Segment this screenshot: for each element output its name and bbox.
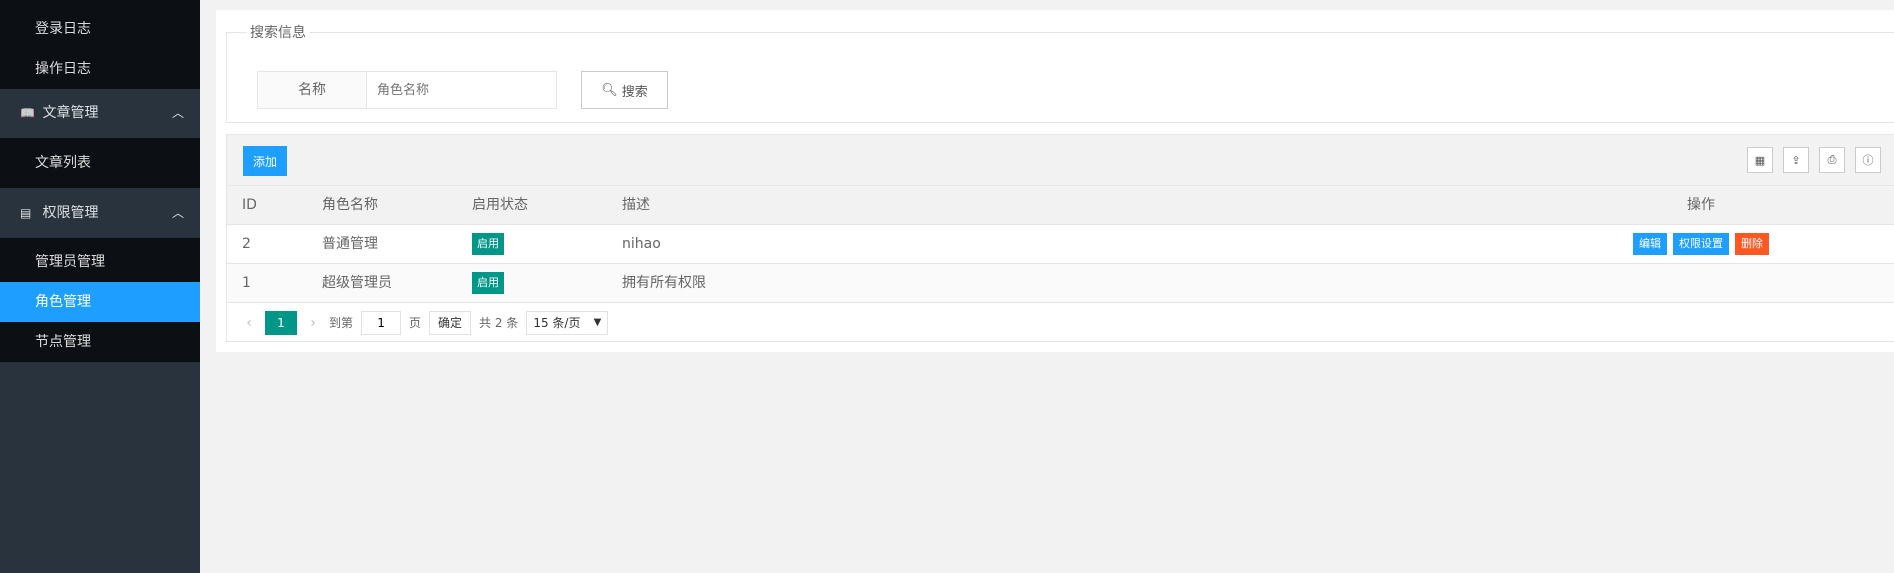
- sidebar-group-label: 文章管理: [42, 105, 99, 121]
- pagination: ‹ 1 › 到第 页 确定 共 2 条 15 条/页 ▼: [227, 303, 1894, 342]
- status-badge: 启用: [472, 233, 504, 255]
- header-actions: 操作: [1687, 197, 1715, 213]
- list-icon: ▤: [20, 206, 32, 220]
- table-header: ID 角色名称 启用状态 描述 操作: [227, 186, 1894, 225]
- header-id[interactable]: ID: [227, 186, 307, 224]
- search-form: 名称 🔍︎ 搜索: [257, 71, 668, 109]
- permissions-submenu: 管理员管理 角色管理 节点管理: [0, 238, 200, 362]
- sidebar-item-roles[interactable]: 角色管理: [0, 282, 200, 322]
- log-submenu: 登录日志 操作日志: [0, 0, 200, 89]
- header-description[interactable]: 描述: [607, 186, 1507, 224]
- table-row: 1 超级管理员 启用 拥有所有权限: [227, 264, 1894, 303]
- sidebar-group-articles[interactable]: 📖 文章管理 ︿: [0, 89, 200, 138]
- sidebar-group-permissions[interactable]: ▤ 权限管理 ︿: [0, 188, 200, 238]
- cell-role-name: 普通管理: [322, 236, 378, 252]
- chevron-up-icon: ︿: [171, 106, 184, 120]
- sidebar-item-nodes[interactable]: 节点管理: [0, 322, 200, 362]
- search-fieldset: 搜索信息 名称 🔍︎ 搜索: [226, 22, 1894, 123]
- chevron-up-icon: ︿: [171, 206, 184, 220]
- delete-button[interactable]: 删除: [1735, 233, 1769, 255]
- articles-submenu: 文章列表: [0, 138, 200, 188]
- role-table: 添加 ▦ ⇪ ⎙ ⓘ ID 角色名称 启用状态 描述 操作 2 普通管理 启用 …: [226, 134, 1894, 342]
- info-icon[interactable]: ⓘ: [1855, 147, 1881, 173]
- prev-page-icon[interactable]: ‹: [241, 315, 257, 331]
- header-status[interactable]: 启用状态: [457, 186, 607, 224]
- print-icon[interactable]: ⎙: [1819, 147, 1845, 173]
- table-toolbar: 添加 ▦ ⇪ ⎙ ⓘ: [227, 135, 1894, 186]
- cell-actions: 编辑 权限设置 删除: [1507, 225, 1894, 263]
- permission-settings-button[interactable]: 权限设置: [1673, 233, 1729, 255]
- goto-page-input[interactable]: [361, 310, 402, 335]
- cell-id: 2: [242, 236, 251, 252]
- search-icon: 🔍︎: [601, 82, 618, 98]
- sidebar-item-admins[interactable]: 管理员管理: [0, 242, 200, 282]
- search-button[interactable]: 🔍︎ 搜索: [581, 71, 668, 109]
- main-panel: 搜索信息 名称 🔍︎ 搜索 添加 ▦ ⇪ ⎙ ⓘ ID 角色名称 启用状态 描述: [216, 10, 1894, 352]
- next-page-icon[interactable]: ›: [305, 315, 321, 331]
- edit-button[interactable]: 编辑: [1633, 233, 1667, 255]
- search-button-label: 搜索: [621, 84, 648, 100]
- cell-status: 启用: [457, 264, 607, 302]
- goto-label: 到第: [329, 316, 354, 330]
- add-button[interactable]: 添加: [243, 146, 287, 176]
- table-tools: ▦ ⇪ ⎙ ⓘ: [1747, 147, 1881, 173]
- cell-actions: [1507, 264, 1894, 302]
- export-icon[interactable]: ⇪: [1783, 147, 1809, 173]
- book-icon: 📖: [20, 106, 35, 120]
- total-count: 共 2 条: [479, 316, 519, 330]
- per-page-value: 15 条/页: [533, 315, 581, 330]
- confirm-button[interactable]: 确定: [429, 310, 472, 335]
- cell-status: 启用: [457, 225, 607, 263]
- cell-description: nihao: [622, 236, 661, 252]
- table-row: 2 普通管理 启用 nihao 编辑 权限设置 删除: [227, 225, 1894, 264]
- name-label: 名称: [257, 71, 367, 109]
- cell-role-name: 超级管理员: [322, 275, 392, 291]
- sidebar-item-operation-log[interactable]: 操作日志: [0, 49, 200, 89]
- current-page[interactable]: 1: [265, 310, 297, 335]
- sidebar: 登录日志 操作日志 📖 文章管理 ︿ 文章列表 ▤ 权限管理 ︿ 管理员管理 角…: [0, 0, 200, 573]
- sidebar-item-login-log[interactable]: 登录日志: [0, 0, 200, 49]
- header-role-name[interactable]: 角色名称: [307, 186, 457, 224]
- columns-icon[interactable]: ▦: [1747, 147, 1773, 173]
- sidebar-group-label: 权限管理: [42, 205, 99, 221]
- sidebar-item-article-list[interactable]: 文章列表: [0, 138, 200, 188]
- chevron-down-icon: ▼: [593, 316, 602, 328]
- search-legend: 搜索信息: [250, 25, 306, 41]
- role-name-input[interactable]: [367, 71, 557, 109]
- cell-id: 1: [242, 275, 251, 291]
- per-page-select[interactable]: 15 条/页 ▼: [526, 310, 609, 335]
- cell-description: 拥有所有权限: [622, 275, 706, 291]
- status-badge: 启用: [472, 272, 504, 294]
- page-label: 页: [409, 316, 422, 330]
